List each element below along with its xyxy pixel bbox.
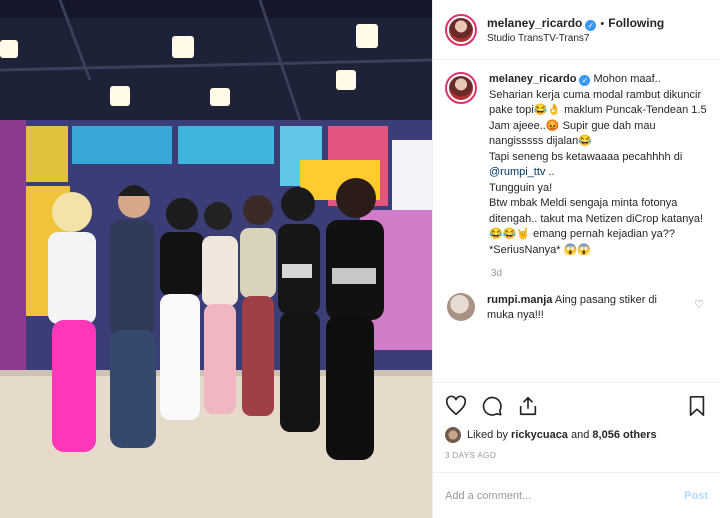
header-meta: melaney_ricardo ✓ • Following Studio TransT… (487, 16, 664, 44)
separator: • (600, 17, 605, 30)
comment-item: rumpi.manja Aing pasang stiker di muka n… (445, 293, 708, 323)
following-button[interactable]: Following (608, 16, 664, 30)
heart-icon[interactable] (445, 395, 467, 417)
comment-username[interactable]: rumpi.manja (487, 294, 552, 306)
comment-text: rumpi.manja Aing pasang stiker di muka n… (487, 293, 677, 323)
caption-avatar[interactable] (445, 72, 477, 104)
caption-time[interactable]: 3d (491, 268, 708, 279)
liker-avatar[interactable] (445, 427, 461, 443)
mention-link[interactable]: @rumpi_ttv (489, 166, 545, 178)
comment-avatar[interactable] (447, 293, 475, 321)
action-bar: Liked by rickycuaca and 8,056 others 3 D… (433, 382, 720, 460)
likes-middle: and (571, 429, 590, 441)
avatar[interactable] (445, 13, 477, 46)
share-icon[interactable] (517, 395, 539, 417)
instagram-post: melaney_ricardo ✓ • Following Studio TransT… (0, 0, 720, 518)
comments-section: melaney_ricardo ✓ Mohon maaf.. Seharian k… (433, 60, 720, 378)
comment-like-icon[interactable]: ♡ (694, 298, 704, 311)
caption-body-2: Tapi seneng bs ketawaaaa pecahhhh di (489, 150, 683, 163)
location-link[interactable]: Studio TransTV-Trans7 (487, 33, 664, 44)
post-photo[interactable] (0, 0, 432, 518)
verified-badge-icon: ✓ (579, 75, 591, 86)
caption: melaney_ricardo ✓ Mohon maaf.. Seharian k… (445, 72, 708, 258)
post-button[interactable]: Post (684, 490, 708, 502)
header-username[interactable]: melaney_ricardo (487, 16, 582, 30)
verified-badge-icon: ✓ (585, 19, 597, 31)
group-photo-illustration (0, 0, 432, 518)
liker-username[interactable]: rickycuaca (511, 429, 568, 441)
likes-prefix: Liked by (467, 429, 508, 441)
post-header: melaney_ricardo ✓ • Following Studio TransT… (433, 0, 720, 60)
comment-icon[interactable] (481, 395, 503, 417)
post-date[interactable]: 3 DAYS AGO (445, 451, 708, 460)
add-comment-bar: Add a comment... Post (433, 472, 720, 518)
bookmark-icon[interactable] (686, 395, 708, 417)
comment-input[interactable]: Add a comment... (445, 490, 684, 502)
post-sidebar: melaney_ricardo ✓ • Following Studio TransT… (432, 0, 720, 518)
likes-summary: Liked by rickycuaca and 8,056 others (445, 427, 708, 443)
action-icons (445, 393, 708, 419)
likes-count[interactable]: 8,056 others (592, 429, 656, 441)
caption-body-3: .. (548, 166, 555, 178)
caption-username[interactable]: melaney_ricardo (489, 73, 576, 85)
caption-body-4: Tungguin ya! (489, 181, 553, 194)
caption-text: melaney_ricardo ✓ Mohon maaf.. Seharian k… (489, 72, 707, 258)
caption-body-5: Btw mbak Meldi sengaja minta fotonya dit… (489, 197, 704, 256)
